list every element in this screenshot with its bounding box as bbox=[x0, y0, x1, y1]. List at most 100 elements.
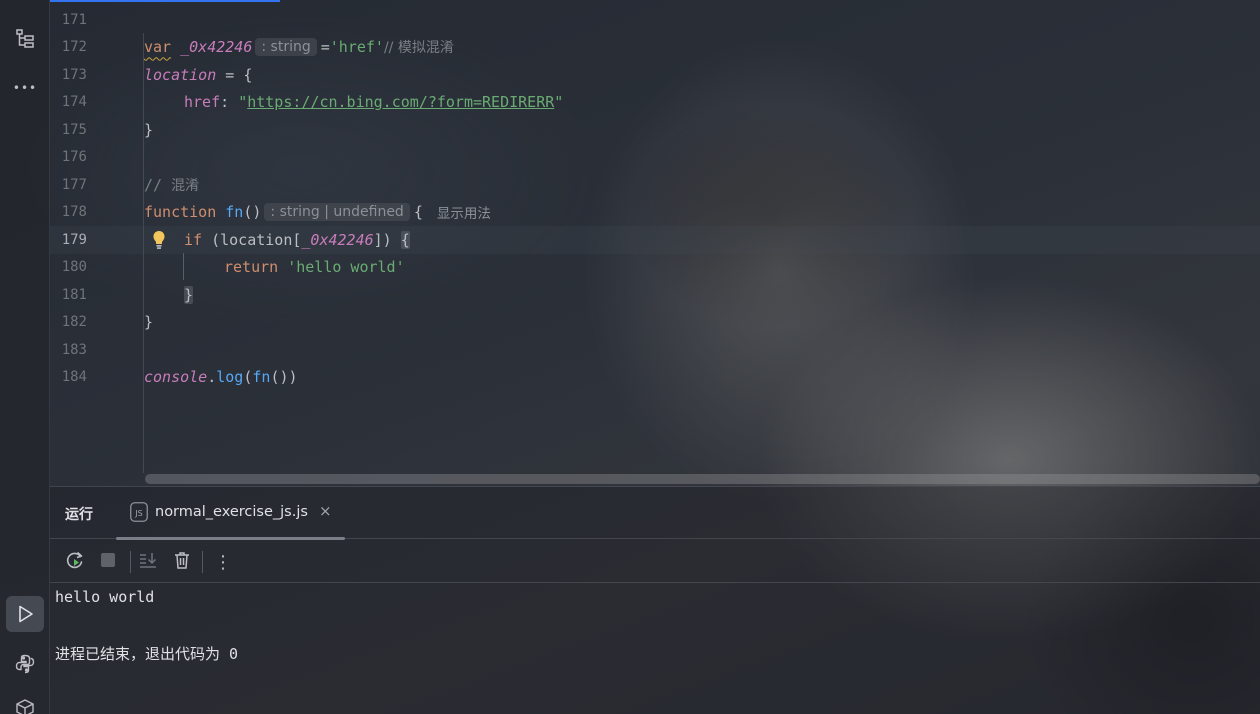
comment-prefix: // bbox=[144, 175, 172, 194]
rerun-button[interactable] bbox=[62, 549, 88, 575]
code-line: 180 return 'hello world' bbox=[50, 254, 1260, 282]
code-line: 174 href: " https://cn.bing.com/?form=RED… bbox=[50, 89, 1260, 117]
method-log: log bbox=[216, 368, 244, 387]
structure-tool-button[interactable] bbox=[6, 20, 44, 56]
more-tool-windows-button[interactable]: ••• bbox=[6, 70, 44, 106]
code-line: 177 // 混淆 bbox=[50, 171, 1260, 199]
clear-all-button[interactable] bbox=[169, 549, 195, 575]
scroll-to-end-icon bbox=[138, 550, 158, 574]
punctuation: : bbox=[220, 93, 239, 112]
parens: () bbox=[243, 203, 262, 222]
type-hint: : string bbox=[255, 38, 317, 57]
line-number: 177 bbox=[61, 176, 87, 193]
line-number: 173 bbox=[61, 66, 87, 83]
code-line: 181 } bbox=[50, 281, 1260, 309]
comment: // 模拟混淆 bbox=[383, 40, 454, 57]
line-number: 175 bbox=[61, 121, 87, 138]
more-icon: ••• bbox=[12, 81, 38, 95]
brace: } bbox=[144, 120, 154, 139]
toolbar-separator bbox=[202, 551, 203, 573]
packages-tool-button[interactable] bbox=[6, 690, 44, 714]
string-literal: 'href' bbox=[329, 38, 384, 57]
string-literal: 'hello world' bbox=[287, 258, 405, 277]
line-number: 174 bbox=[61, 94, 87, 111]
line-number: 181 bbox=[61, 286, 87, 303]
more-options-button[interactable]: ⋮ bbox=[210, 549, 236, 575]
code-content: } bbox=[184, 285, 194, 304]
svg-text:JS: JS bbox=[134, 509, 142, 518]
code-content: return 'hello world' bbox=[224, 258, 405, 276]
code-editor[interactable]: 171 172 var _0x42246: string = 'href' //… bbox=[50, 0, 1260, 486]
parens: ()) bbox=[270, 368, 298, 387]
code-content: href: " https://cn.bing.com/?form=REDIRER… bbox=[184, 93, 563, 111]
python-icon bbox=[14, 653, 36, 675]
code-line: 176 bbox=[50, 144, 1260, 172]
brace: { bbox=[413, 203, 423, 222]
line-number: 180 bbox=[61, 259, 87, 276]
console-exit-message: 进程已结束，退出代码为 0 bbox=[55, 645, 239, 663]
variable-name: _0x42246 bbox=[180, 38, 253, 57]
line-number: 171 bbox=[61, 11, 87, 28]
operator: = bbox=[320, 38, 330, 57]
code-content: // 混淆 bbox=[144, 175, 199, 195]
condition-end: ]) bbox=[373, 230, 401, 249]
global-console: console bbox=[144, 368, 208, 387]
show-usages-link[interactable]: 显示用法 bbox=[437, 202, 491, 222]
run-toolbar: ⋮ bbox=[50, 540, 1260, 583]
code-line: 182 } bbox=[50, 309, 1260, 337]
line-number: 184 bbox=[61, 369, 87, 386]
stop-button[interactable] bbox=[95, 549, 121, 575]
line-number: 178 bbox=[61, 204, 87, 221]
run-tool-button[interactable] bbox=[6, 596, 44, 632]
more-vertical-icon: ⋮ bbox=[214, 551, 232, 573]
code-line: 178 function fn(): string | undefined {显… bbox=[50, 199, 1260, 227]
code-content: } bbox=[144, 121, 153, 139]
brace-match: } bbox=[184, 285, 194, 304]
package-icon bbox=[14, 697, 36, 714]
code-line: 184 console. log(fn()) bbox=[50, 364, 1260, 392]
toolbar-separator bbox=[130, 551, 131, 573]
code-line: 172 var _0x42246: string = 'href' // 模拟混… bbox=[50, 34, 1260, 62]
run-config-tab[interactable]: JS normal_exercise_js.js × bbox=[116, 487, 345, 540]
quote: " bbox=[238, 93, 248, 112]
code-content: var _0x42246: string = 'href' // 模拟混淆 bbox=[144, 37, 454, 57]
line-number: 176 bbox=[61, 149, 87, 166]
code-line: 173 location = { bbox=[50, 61, 1260, 89]
close-tab-icon[interactable]: × bbox=[319, 502, 332, 520]
paren: ( bbox=[243, 368, 253, 387]
code-content: } bbox=[144, 313, 153, 331]
global-location: location bbox=[144, 65, 217, 84]
keyword-if: if bbox=[184, 230, 203, 249]
rerun-icon bbox=[65, 550, 85, 574]
python-console-tool-button[interactable] bbox=[6, 646, 44, 682]
operator: = { bbox=[216, 65, 253, 84]
line-number: 179 bbox=[61, 231, 87, 248]
lightbulb-icon[interactable] bbox=[152, 230, 166, 250]
function-call: fn bbox=[252, 368, 271, 387]
return-type-hint: : string | undefined bbox=[264, 203, 410, 222]
code-line-current: 179 if (location[_0x42246]) { bbox=[50, 226, 1260, 254]
url-link[interactable]: https://cn.bing.com/?form=REDIRERR bbox=[247, 93, 554, 111]
function-name: fn bbox=[225, 203, 244, 222]
js-file-icon: JS bbox=[130, 502, 148, 522]
editor-tab-indicator bbox=[50, 0, 280, 2]
line-number: 172 bbox=[61, 39, 87, 56]
line-number: 183 bbox=[61, 341, 87, 358]
tool-window-strip: ••• bbox=[0, 0, 50, 714]
run-panel-title: 运行 bbox=[65, 507, 93, 523]
run-tab-bar: 运行 JS normal_exercise_js.js × bbox=[50, 487, 1260, 540]
brace: } bbox=[144, 313, 154, 332]
console-output-line: hello world bbox=[55, 588, 155, 606]
keyword-return: return bbox=[224, 258, 279, 277]
horizontal-scrollbar[interactable] bbox=[145, 474, 1260, 484]
trash-icon bbox=[172, 550, 192, 574]
code-line: 175 } bbox=[50, 116, 1260, 144]
property-name: href bbox=[184, 93, 221, 112]
code-content: function fn(): string | undefined {显示用法 bbox=[144, 202, 491, 222]
variable-ref: _0x42246 bbox=[301, 230, 374, 249]
line-number: 182 bbox=[61, 314, 87, 331]
scroll-to-end-button[interactable] bbox=[135, 549, 161, 575]
condition: (location[ bbox=[202, 230, 302, 249]
run-config-tab-label: normal_exercise_js.js bbox=[155, 504, 308, 520]
run-panel: 运行 JS normal_exercise_js.js × ⋮ hello wo… bbox=[50, 486, 1260, 714]
